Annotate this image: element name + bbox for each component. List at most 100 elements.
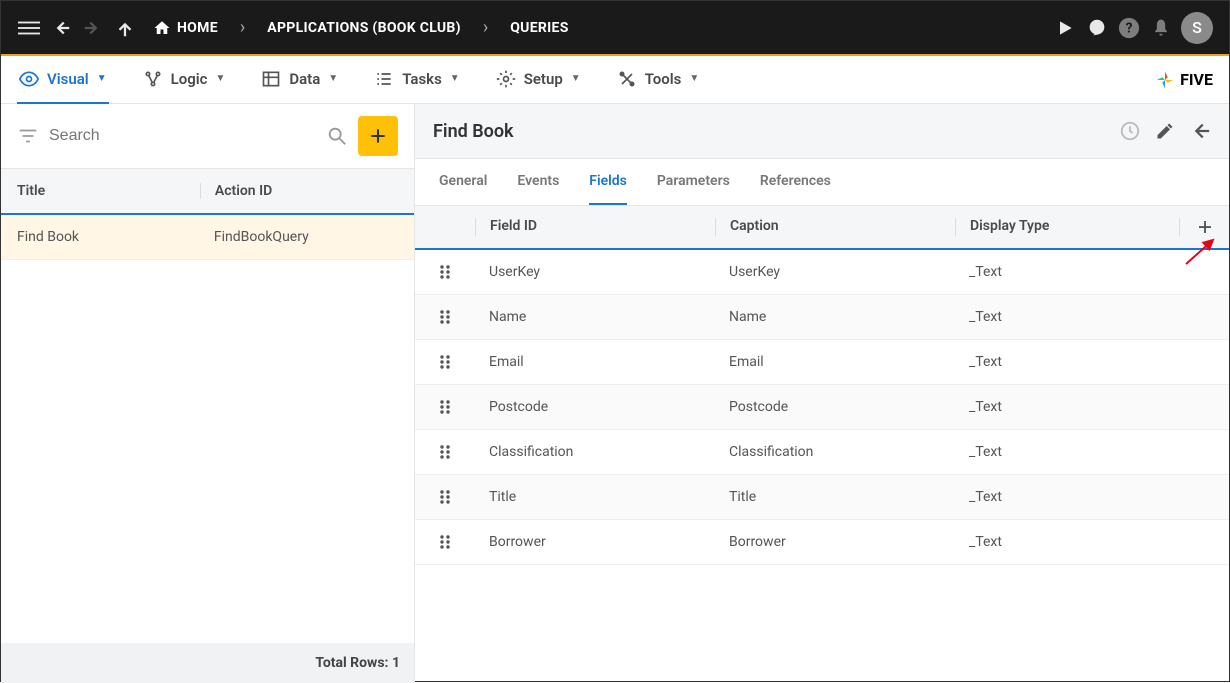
cell-caption: Classification <box>715 444 955 460</box>
search-bar <box>1 104 414 169</box>
cell-field-id: UserKey <box>475 264 715 280</box>
cell-display-type: _Text <box>955 444 1179 460</box>
detail-header: Find Book <box>415 104 1229 159</box>
chevron-right-icon: › <box>477 17 494 38</box>
list-row[interactable]: Find Book FindBookQuery <box>1 215 414 260</box>
chevron-down-icon: ▼ <box>689 73 699 84</box>
grid-row[interactable]: UserKey UserKey _Text <box>415 250 1229 295</box>
breadcrumb-queries[interactable]: QUERIES <box>502 20 576 36</box>
drag-handle-icon[interactable] <box>415 309 475 325</box>
tab-label: Tasks <box>402 70 442 88</box>
play-icon[interactable] <box>1053 16 1077 40</box>
drag-handle-icon[interactable] <box>415 264 475 280</box>
cell-display-type: _Text <box>955 264 1179 280</box>
menu-icon[interactable] <box>17 16 41 40</box>
cell-caption: UserKey <box>715 264 955 280</box>
chevron-right-icon: › <box>234 17 251 38</box>
bell-icon[interactable] <box>1149 16 1173 40</box>
footer-count: 1 <box>392 655 400 671</box>
breadcrumb-applications[interactable]: APPLICATIONS (BOOK CLUB) <box>259 20 469 36</box>
avatar-letter: S <box>1192 18 1202 37</box>
grid-row[interactable]: Title Title _Text <box>415 475 1229 520</box>
plus-icon <box>1196 218 1214 236</box>
tab-label: Setup <box>524 70 563 88</box>
cell-field-id: Email <box>475 354 715 370</box>
cell-caption: Title <box>715 489 955 505</box>
subtab-events[interactable]: Events <box>517 159 559 205</box>
tab-tools[interactable]: Tools ▼ <box>615 56 702 104</box>
chevron-down-icon: ▼ <box>571 73 581 84</box>
list-body: Find Book FindBookQuery <box>1 215 414 643</box>
subtab-fields[interactable]: Fields <box>589 159 627 205</box>
column-caption[interactable]: Caption <box>715 218 955 236</box>
drag-handle-icon[interactable] <box>415 534 475 550</box>
up-icon[interactable] <box>113 16 137 40</box>
tab-logic[interactable]: Logic ▼ <box>141 56 228 104</box>
grid-row[interactable]: Name Name _Text <box>415 295 1229 340</box>
drag-handle-icon[interactable] <box>415 354 475 370</box>
forward-icon <box>81 16 105 40</box>
drag-handle-icon[interactable] <box>415 489 475 505</box>
home-icon <box>153 19 171 37</box>
cell-display-type: _Text <box>955 489 1179 505</box>
tab-setup[interactable]: Setup ▼ <box>494 56 583 104</box>
grid-row[interactable]: Email Email _Text <box>415 340 1229 385</box>
cell-field-id: Classification <box>475 444 715 460</box>
cell-caption: Email <box>715 354 955 370</box>
column-title[interactable]: Title <box>17 183 200 199</box>
search-input[interactable] <box>49 127 316 145</box>
column-action-id[interactable]: Action ID <box>200 183 398 199</box>
right-panel: Find Book General Events Fields Paramete… <box>415 104 1229 683</box>
breadcrumb-label: QUERIES <box>510 20 568 36</box>
add-button[interactable] <box>358 116 398 156</box>
list-header: Title Action ID <box>1 169 414 215</box>
cell-field-id: Name <box>475 309 715 325</box>
tab-label: Tools <box>645 70 682 88</box>
add-field-button[interactable] <box>1179 218 1229 236</box>
plus-icon <box>368 126 388 146</box>
help-icon[interactable]: ? <box>1117 16 1141 40</box>
subtab-parameters[interactable]: Parameters <box>657 159 730 205</box>
five-logo: FIVE <box>1154 69 1213 91</box>
search-icon[interactable] <box>326 125 348 147</box>
grid-header: Field ID Caption Display Type <box>415 206 1229 250</box>
cell-caption: Name <box>715 309 955 325</box>
back-arrow-icon[interactable] <box>1189 120 1211 142</box>
cell-display-type: _Text <box>955 399 1179 415</box>
grid-row[interactable]: Borrower Borrower _Text <box>415 520 1229 565</box>
five-logo-icon <box>1154 69 1176 91</box>
tab-data[interactable]: Data ▼ <box>259 56 340 104</box>
cell-display-type: _Text <box>955 309 1179 325</box>
back-icon[interactable] <box>49 16 73 40</box>
edit-icon[interactable] <box>1155 121 1175 141</box>
filter-icon[interactable] <box>17 125 39 147</box>
subtab-general[interactable]: General <box>439 159 487 205</box>
cell-caption: Borrower <box>715 534 955 550</box>
chat-icon[interactable] <box>1085 16 1109 40</box>
cell-display-type: _Text <box>955 354 1179 370</box>
breadcrumb-home[interactable]: HOME <box>145 19 226 37</box>
cell-field-id: Title <box>475 489 715 505</box>
tab-visual[interactable]: Visual ▼ <box>17 56 109 104</box>
column-display-type[interactable]: Display Type <box>955 218 1179 236</box>
list-icon <box>374 69 394 89</box>
history-icon[interactable] <box>1119 120 1141 142</box>
cell-field-id: Borrower <box>475 534 715 550</box>
top-bar: HOME › APPLICATIONS (BOOK CLUB) › QUERIE… <box>1 1 1229 56</box>
tab-label: Data <box>289 70 320 88</box>
grid-row[interactable]: Postcode Postcode _Text <box>415 385 1229 430</box>
grid-row[interactable]: Classification Classification _Text <box>415 430 1229 475</box>
drag-handle-icon[interactable] <box>415 444 475 460</box>
gear-icon <box>496 69 516 89</box>
column-field-id[interactable]: Field ID <box>475 218 715 236</box>
brand-label: FIVE <box>1180 70 1213 89</box>
tab-label: Visual <box>47 70 89 88</box>
footer-label: Total Rows: <box>315 655 388 671</box>
drag-handle-icon[interactable] <box>415 399 475 415</box>
avatar[interactable]: S <box>1181 12 1213 44</box>
subtab-references[interactable]: References <box>760 159 831 205</box>
cell-display-type: _Text <box>955 534 1179 550</box>
chevron-down-icon: ▼ <box>215 73 225 84</box>
tab-tasks[interactable]: Tasks ▼ <box>372 56 462 104</box>
wrench-icon <box>617 69 637 89</box>
